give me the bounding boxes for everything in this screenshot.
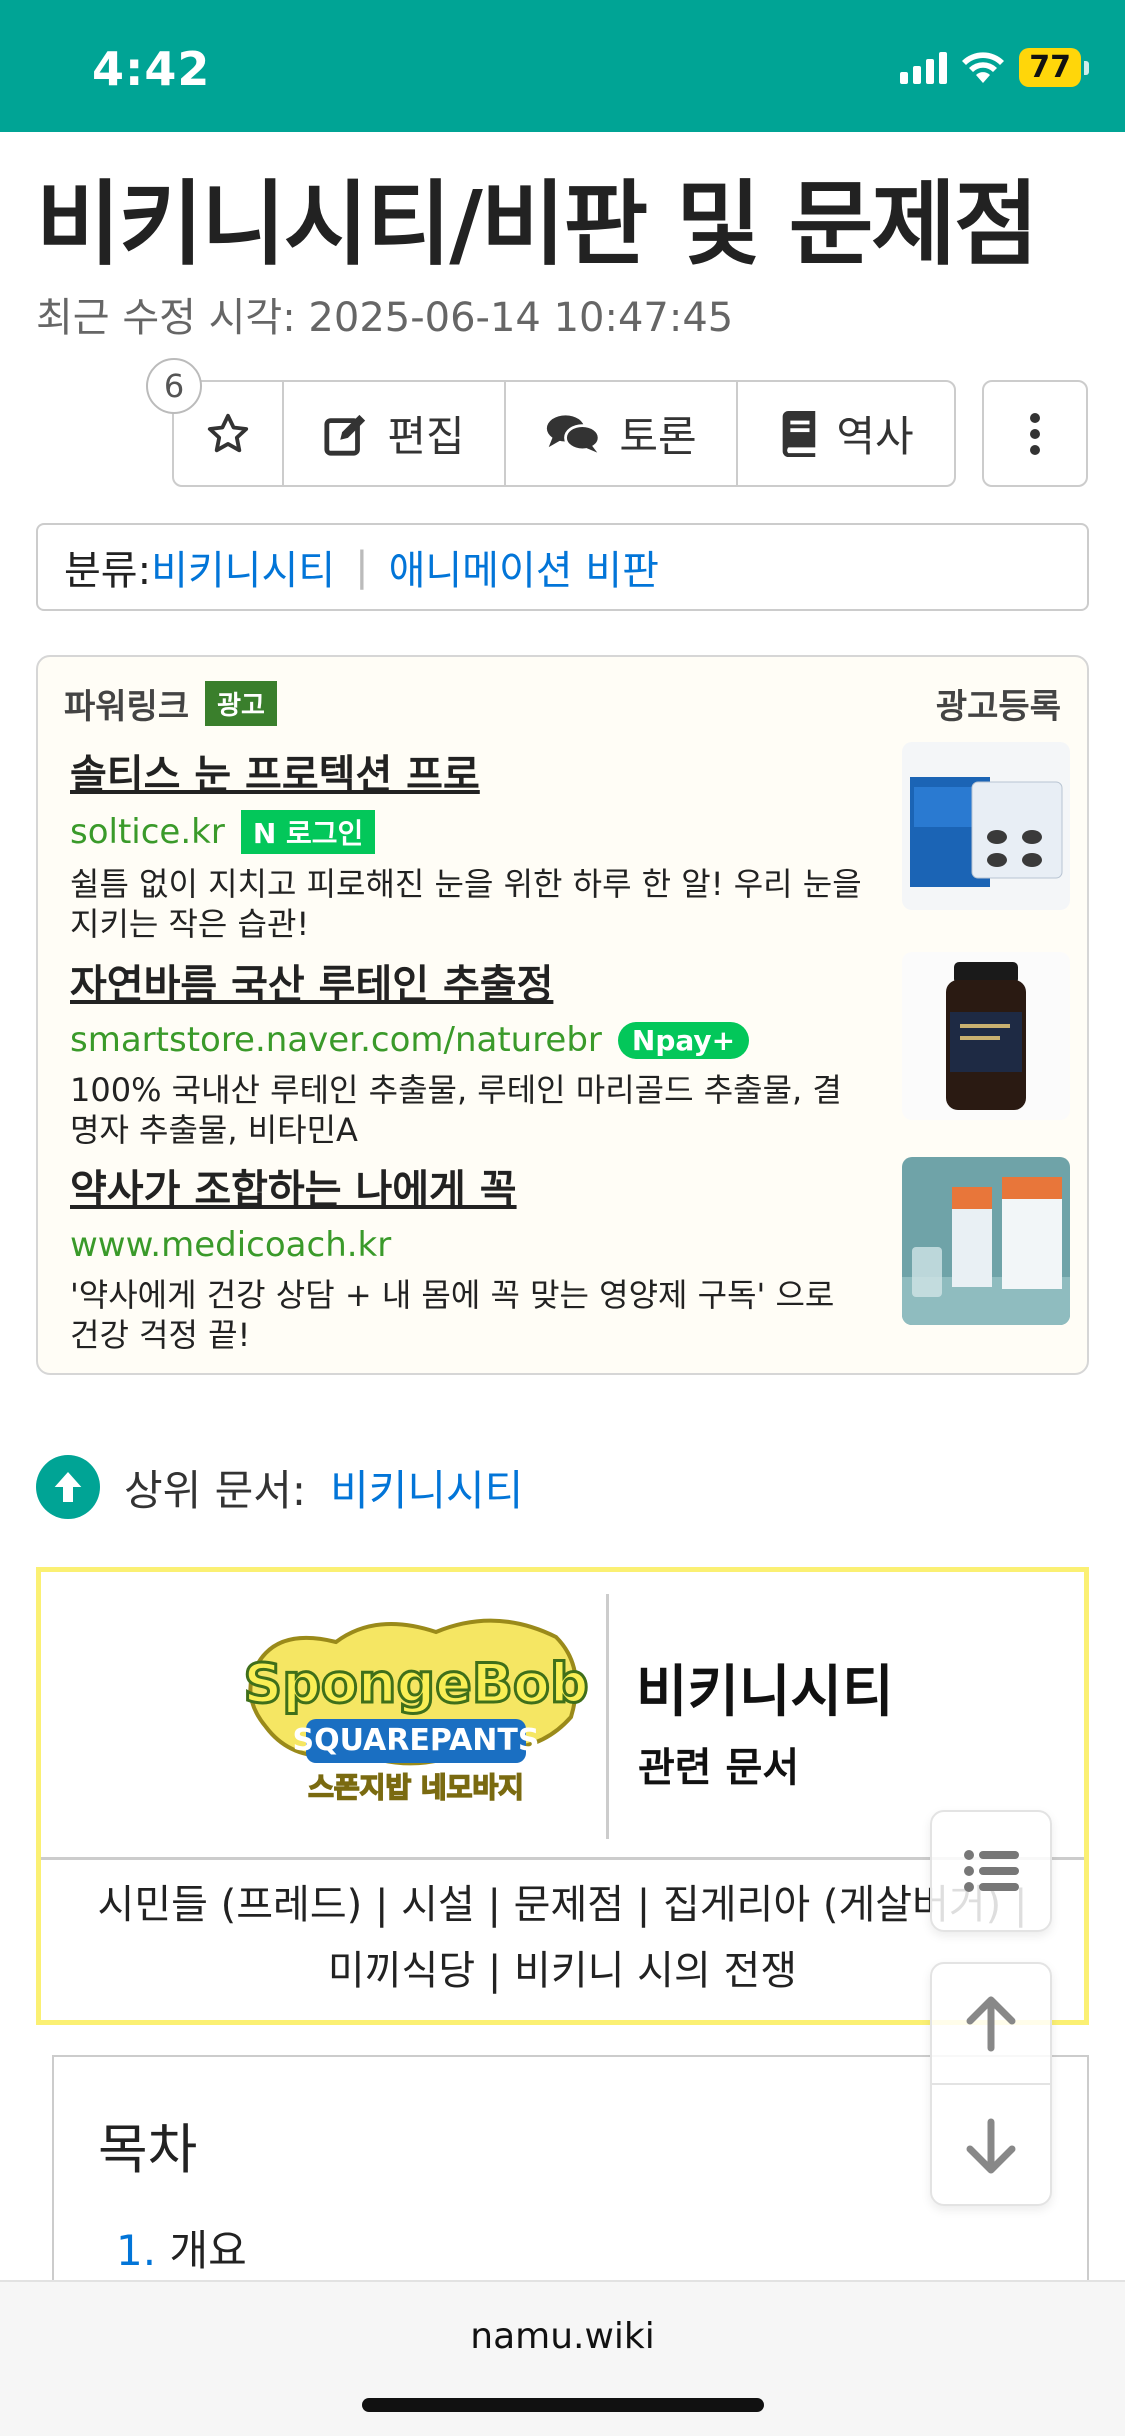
- navbox-links-line[interactable]: 미끼식당 | 비키니 시의 전쟁: [61, 1938, 1064, 2004]
- star-count-badge: 6: [146, 358, 202, 414]
- edit-label: 편집: [387, 412, 465, 461]
- status-icons: 77: [900, 48, 1089, 87]
- parent-document: 상위 문서: 비키니시티: [36, 1455, 523, 1519]
- parent-doc-label: 상위 문서:: [124, 1465, 307, 1515]
- svg-text:SQUAREPANTS: SQUAREPANTS: [293, 1723, 540, 1758]
- svg-text:스폰지밥 네모바지: 스폰지밥 네모바지: [308, 1771, 524, 1804]
- toc-title: 목차: [98, 2118, 198, 2181]
- discuss-label: 토론: [619, 412, 697, 461]
- ad-product-image[interactable]: [902, 952, 1070, 1120]
- powerlink-ads: 파워링크 광고 광고등록 솔티스 눈 프로텍션 프로 soltice.kr N …: [36, 655, 1089, 1375]
- comments-icon: [547, 414, 601, 453]
- navbox-title[interactable]: 비키니시티: [636, 1647, 894, 1728]
- navbox-links-line[interactable]: 시민들 (프레드) | 시설 | 문제점 | 집게리아 (게살버거) |: [61, 1872, 1064, 1938]
- ads-header: 파워링크 광고: [64, 679, 277, 728]
- status-time: 4:42: [92, 42, 211, 96]
- ad-description: '약사에게 건강 상담 + 내 몸에 꼭 맞는 영양제 구독' 으로 건강 걱정…: [70, 1276, 835, 1354]
- arrow-up-circle-icon: [36, 1455, 100, 1519]
- ad-item[interactable]: 솔티스 눈 프로텍션 프로 soltice.kr N 로그인 쉴틈 없이 지치고…: [70, 742, 1070, 943]
- more-options-button[interactable]: [982, 380, 1088, 487]
- category-separator: |: [355, 544, 369, 590]
- related-docs-navbox: SpongeBob SQUAREPANTS 스폰지밥 네모바지 비키니시티 관련…: [36, 1567, 1089, 2025]
- toc-item-label: 개요: [169, 2226, 247, 2275]
- category-label: 분류:: [64, 548, 152, 594]
- category-link[interactable]: 비키니시티: [151, 538, 335, 596]
- ad-url-text: www.medicoach.kr: [70, 1225, 392, 1265]
- ad-badge: 광고: [205, 681, 277, 726]
- ad-product-image[interactable]: [902, 1157, 1070, 1325]
- scroll-top-button[interactable]: [932, 1964, 1050, 2085]
- edit-icon: [324, 414, 366, 456]
- category-link[interactable]: 애니메이션 비판: [389, 538, 659, 596]
- book-icon: [783, 410, 816, 457]
- naver-login-badge: N 로그인: [240, 810, 376, 854]
- naver-pay-badge: Npay+: [617, 1021, 750, 1059]
- history-button[interactable]: 역사: [738, 382, 954, 485]
- navbox-subtitle: 관련 문서: [638, 1745, 800, 1791]
- navbox-divider: [606, 1594, 609, 1839]
- parent-doc-link[interactable]: 비키니시티: [330, 1457, 523, 1518]
- status-bar: 4:42 77: [0, 0, 1125, 132]
- wifi-icon: [962, 51, 1005, 83]
- toc-item-number[interactable]: 1.: [116, 2226, 156, 2275]
- discuss-button[interactable]: 토론: [506, 382, 738, 485]
- spongebob-logo: SpongeBob SQUAREPANTS 스폰지밥 네모바지: [242, 1618, 590, 1805]
- browser-bottom-bar: namu.wiki: [0, 2280, 1125, 2436]
- navbox-links[interactable]: 시민들 (프레드) | 시설 | 문제점 | 집게리아 (게살버거) | 미끼식…: [61, 1872, 1064, 2004]
- navbox-separator: [41, 1857, 1084, 1860]
- svg-text:SpongeBob: SpongeBob: [243, 1652, 588, 1715]
- arrow-up-icon: [966, 1996, 1016, 2051]
- document-toolbar: 편집 토론 역사: [172, 380, 956, 487]
- history-label: 역사: [836, 412, 914, 461]
- ad-description: 100% 국내산 루테인 추출물, 루테인 마리골드 추출물, 결명자 추출물,…: [70, 1071, 842, 1149]
- ad-item[interactable]: 약사가 조합하는 나에게 꼭 www.medicoach.kr '약사에게 건강…: [70, 1157, 1070, 1354]
- last-modified: 최근 수정 시각: 2025-06-14 10:47:45: [36, 295, 734, 341]
- ads-header-label: 파워링크: [64, 687, 190, 727]
- edit-button[interactable]: 편집: [284, 382, 506, 485]
- scroll-buttons: [930, 1962, 1052, 2206]
- category-box: 분류: 비키니시티 | 애니메이션 비판: [36, 523, 1089, 611]
- ad-description: 쉴틈 없이 지치고 피로해진 눈을 위한 하루 한 알! 우리 눈을 지키는 작…: [70, 865, 862, 943]
- page-title: 비키니시티/비판 및 문제점: [36, 171, 1039, 278]
- home-indicator[interactable]: [362, 2398, 764, 2412]
- toc-item[interactable]: 1. 개요: [116, 2217, 247, 2278]
- toc-float-button[interactable]: [930, 1810, 1052, 1932]
- vertical-dots-icon: [1030, 412, 1040, 455]
- browser-url[interactable]: namu.wiki: [0, 2316, 1125, 2357]
- list-icon: [964, 1850, 1019, 1892]
- ad-url-text: soltice.kr: [70, 812, 225, 852]
- ad-item[interactable]: 자연바름 국산 루테인 추출정 smartstore.naver.com/nat…: [70, 952, 1070, 1149]
- scroll-bottom-button[interactable]: [932, 2085, 1050, 2206]
- star-icon: [207, 413, 249, 452]
- arrow-down-icon: [966, 2118, 1016, 2173]
- battery-icon: 77: [1019, 48, 1089, 87]
- ad-register-link[interactable]: 광고등록: [936, 679, 1061, 728]
- cellular-signal-icon: [900, 51, 948, 84]
- ad-product-image[interactable]: [902, 742, 1070, 910]
- ad-url-text: smartstore.naver.com/naturebr: [70, 1020, 602, 1060]
